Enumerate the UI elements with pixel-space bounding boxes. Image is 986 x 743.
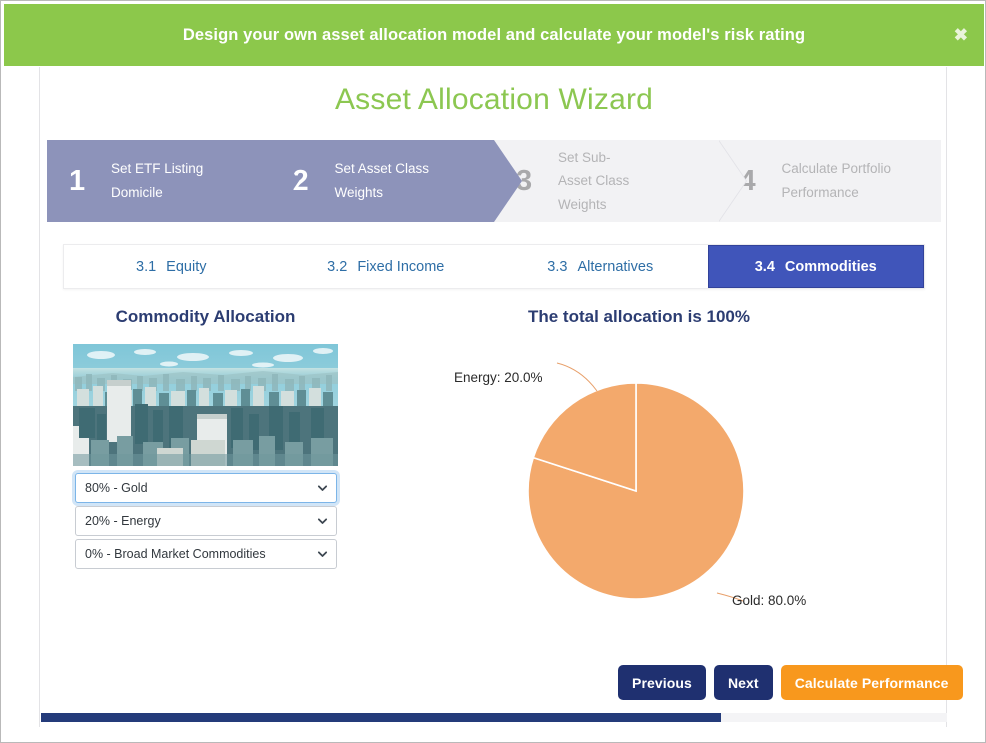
broad-market-commodities-select-wrapper: 0% - Broad Market Commodities: [75, 539, 337, 569]
promo-banner-text: Design your own asset allocation model a…: [183, 26, 805, 45]
tab-fixed-income-label: Fixed Income: [357, 259, 444, 275]
commodity-allocation-pie-chart: Energy: 20.0% Gold: 80.0%: [421, 341, 921, 641]
commodity-allocation-heading: Commodity Allocation: [73, 307, 338, 327]
tab-fixed-income-number: 3.2: [327, 259, 347, 275]
tab-equity-number: 3.1: [136, 259, 156, 275]
close-icon[interactable]: ✖: [954, 27, 968, 44]
step-1-label: Set ETF Listing Domicile: [111, 157, 223, 204]
step-2-label: Set Asset Class Weights: [335, 157, 447, 204]
pie-label-gold: Gold: 80.0%: [732, 593, 806, 608]
wizard-progress-fill: [41, 713, 721, 722]
tab-alternatives-number: 3.3: [547, 259, 567, 275]
tab-alternatives[interactable]: 3.3 Alternatives: [493, 245, 708, 288]
tab-commodities-number: 3.4: [755, 259, 775, 275]
wizard-stepper: 1 Set ETF Listing Domicile 2 Set Asset C…: [47, 140, 941, 222]
asset-allocation-wizard-window: Design your own asset allocation model a…: [0, 0, 986, 743]
promo-banner: Design your own asset allocation model a…: [4, 4, 984, 66]
previous-button[interactable]: Previous: [618, 665, 706, 700]
tab-alternatives-label: Alternatives: [577, 259, 653, 275]
step-1[interactable]: 1 Set ETF Listing Domicile: [47, 140, 271, 222]
step-2[interactable]: 2 Set Asset Class Weights: [271, 140, 495, 222]
energy-allocation-select-wrapper: 20% - Energy: [75, 506, 337, 536]
wizard-progress-bar: [41, 713, 947, 722]
broad-market-commodities-select[interactable]: 0% - Broad Market Commodities: [75, 539, 337, 569]
total-allocation-heading: The total allocation is 100%: [431, 307, 847, 327]
tab-commodities-label: Commodities: [785, 259, 877, 275]
tab-commodities[interactable]: 3.4 Commodities: [708, 245, 925, 288]
step-3-label: Set Sub-Asset Class Weights: [558, 146, 640, 217]
calculate-performance-button[interactable]: Calculate Performance: [781, 665, 963, 700]
step-4[interactable]: 4 Calculate Portfolio Performance: [718, 140, 942, 222]
step-3-number: 3: [516, 165, 558, 198]
page-title: Asset Allocation Wizard: [1, 83, 986, 117]
step-2-number: 2: [293, 165, 335, 198]
step-3[interactable]: 3 Set Sub-Asset Class Weights: [494, 140, 718, 222]
pie-label-energy: Energy: 20.0%: [454, 370, 543, 385]
step-4-label: Calculate Portfolio Performance: [782, 157, 894, 204]
gold-allocation-select[interactable]: 80% - Gold: [75, 473, 337, 503]
step-1-number: 1: [69, 165, 111, 198]
tab-equity[interactable]: 3.1 Equity: [64, 245, 279, 288]
sub-asset-tab-bar: 3.1 Equity 3.2 Fixed Income 3.3 Alternat…: [63, 244, 925, 289]
next-button[interactable]: Next: [714, 665, 773, 700]
gold-allocation-select-wrapper: 80% - Gold: [75, 473, 337, 503]
wizard-button-row: Previous Next Calculate Performance: [618, 665, 963, 700]
energy-allocation-select[interactable]: 20% - Energy: [75, 506, 337, 536]
tab-fixed-income[interactable]: 3.2 Fixed Income: [279, 245, 494, 288]
cityscape-image: [73, 344, 338, 466]
tab-equity-label: Equity: [166, 259, 206, 275]
